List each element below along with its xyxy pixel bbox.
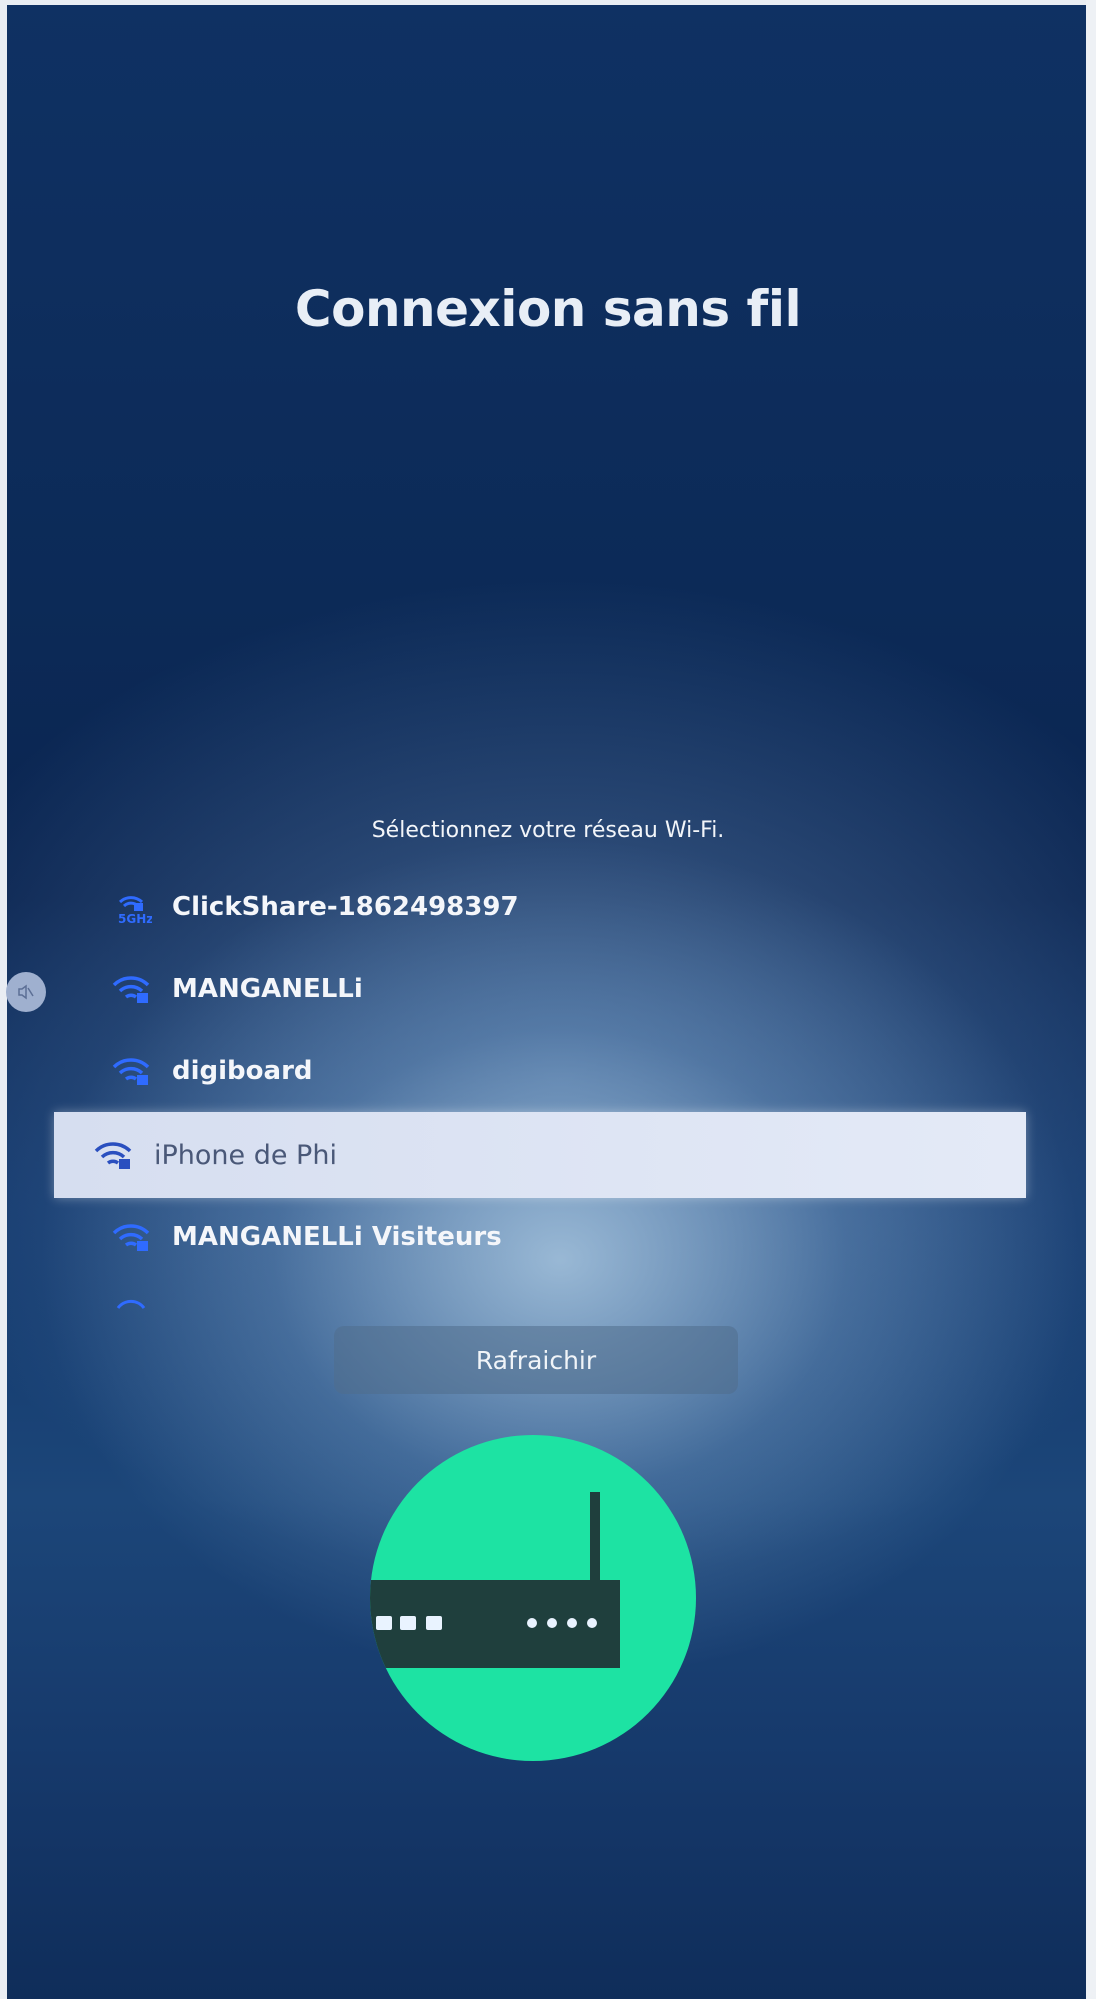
network-ssid: MANGANELLi Visiteurs [172, 1222, 502, 1252]
network-item-manganelli[interactable]: MANGANELLi [110, 954, 363, 1024]
network-item-iphone-de-phi[interactable]: iPhone de Phi [54, 1112, 1026, 1198]
network-item-digiboard[interactable]: digiboard [110, 1036, 313, 1106]
wifi-lock-icon [112, 1058, 150, 1085]
network-item-manganelli-visiteurs[interactable]: MANGANELLi Visiteurs [110, 1202, 502, 1272]
more-networks-indicator [116, 1299, 146, 1309]
refresh-button[interactable]: Rafraichir [334, 1326, 738, 1394]
wifi-5ghz-lock-icon: 5GHz [118, 896, 152, 925]
refresh-label: Rafraichir [475, 1345, 597, 1375]
router-icon [370, 1435, 696, 1761]
network-ssid: iPhone de Phi [154, 1139, 337, 1171]
wifi-lock-icon [112, 976, 150, 1003]
network-ssid: MANGANELLi [172, 974, 363, 1004]
svg-text:5GHz: 5GHz [118, 912, 152, 925]
network-item-clickshare[interactable]: 5GHz ClickShare-1862498397 [110, 872, 519, 942]
wifi-lock-icon [94, 1142, 132, 1169]
network-ssid: ClickShare-1862498397 [172, 892, 519, 922]
wifi-lock-icon [112, 1224, 150, 1251]
network-ssid: digiboard [172, 1056, 313, 1086]
tv-setup-screen: Connexion sans fil Sélectionnez votre ré… [0, 0, 1096, 1999]
